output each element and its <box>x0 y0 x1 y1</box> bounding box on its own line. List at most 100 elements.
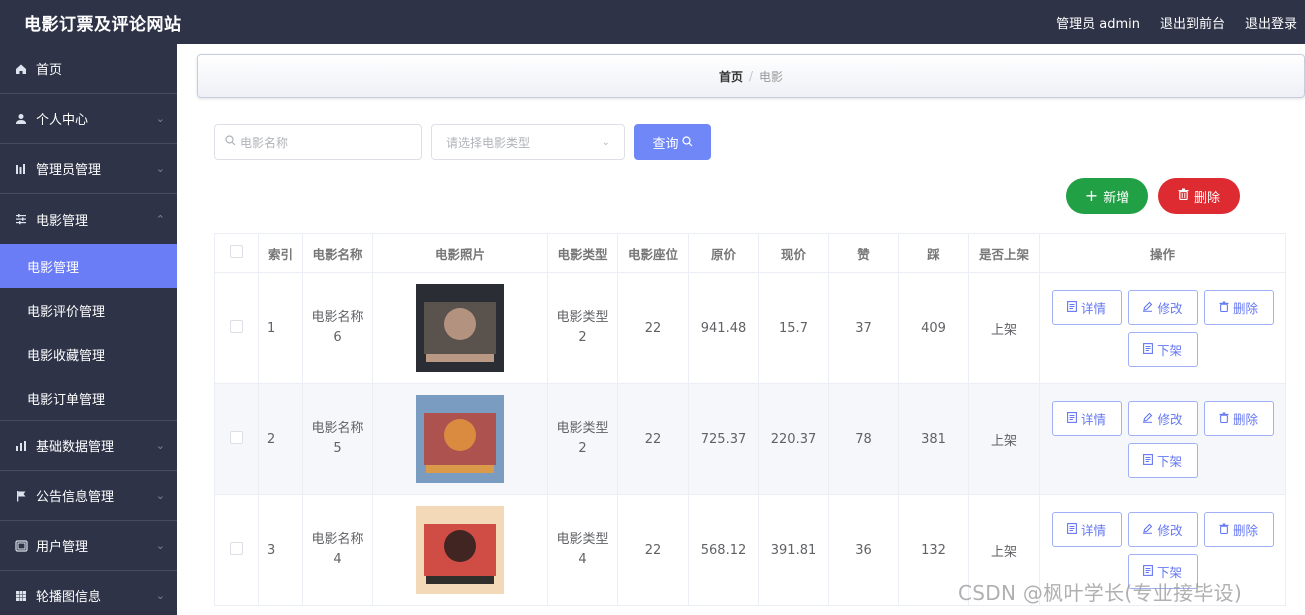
select-all-cell[interactable] <box>214 233 259 273</box>
top-right-links: 管理员 admin 退出到前台 退出登录 <box>1056 13 1305 32</box>
edit-button[interactable]: 修改 <box>1127 511 1198 547</box>
query-label: 查询 <box>652 135 679 151</box>
off-shelf-button[interactable]: 下架 <box>1127 442 1198 478</box>
row-photo-cell <box>372 272 548 384</box>
edit-label: 修改 <box>1157 411 1183 427</box>
chevron-up-icon: ⌃ <box>155 212 165 226</box>
chevron-down-icon: ⌄ <box>155 539 165 552</box>
sidebar-item-label: 基础数据管理 <box>36 440 115 455</box>
table-body: 1 电影名称6 电影类型2 22 941.48 15.7 37 409 上架 详… <box>214 272 1286 606</box>
batch-delete-button[interactable]: 删除 <box>1158 178 1240 214</box>
sidebar-item-basic-data[interactable]: 基础数据管理 ⌄ <box>0 421 177 471</box>
col-orig-price: 原价 <box>688 233 759 273</box>
user-icon <box>12 113 30 125</box>
movie-name-search-input[interactable]: 电影名称 <box>214 124 422 160</box>
query-button[interactable]: 查询 <box>634 124 711 160</box>
chevron-down-icon: ⌄ <box>601 136 610 148</box>
add-label: 新增 <box>1103 190 1130 206</box>
edit-button[interactable]: 修改 <box>1127 400 1198 436</box>
chart-icon <box>12 440 30 452</box>
row-movie-name: 电影名称5 <box>302 383 373 495</box>
breadcrumb-home[interactable]: 首页 <box>719 68 743 85</box>
document-icon <box>1067 300 1077 315</box>
watermark-text: CSDN @枫叶学长(专业接毕设) <box>958 581 1243 605</box>
row-checkbox[interactable] <box>230 319 243 333</box>
row-seats: 22 <box>617 383 689 495</box>
detail-button[interactable]: 详情 <box>1051 511 1122 547</box>
sidebar-subitem-movie-orders[interactable]: 电影订单管理 <box>0 376 177 420</box>
movie-poster-image[interactable] <box>416 284 504 372</box>
row-seats: 22 <box>617 494 689 606</box>
row-actions-cell: 详情 修改 删除 下架 <box>1039 272 1286 384</box>
row-index: 2 <box>258 383 303 495</box>
detail-button[interactable]: 详情 <box>1051 400 1122 436</box>
document-icon <box>1143 453 1153 468</box>
add-button[interactable]: + 新增 <box>1066 178 1148 214</box>
delete-button[interactable]: 删除 <box>1203 289 1274 325</box>
row-photo-cell <box>372 383 548 495</box>
pencil-icon <box>1142 522 1153 537</box>
movie-name-placeholder: 电影名称 <box>240 135 289 150</box>
sidebar-item-label: 轮播图信息 <box>36 590 102 605</box>
main-content: 首页 / 电影 电影名称 请选择电影类型 ⌄ 查询 + 新增 删除 索引 电影名… <box>177 44 1305 615</box>
sidebar-subitem-movie-reviews[interactable]: 电影评价管理 <box>0 288 177 332</box>
row-index: 1 <box>258 272 303 384</box>
off-shelf-button[interactable]: 下架 <box>1127 331 1198 367</box>
sidebar-item-home[interactable]: 首页 <box>0 44 177 94</box>
admin-label: 管理员 admin <box>1056 16 1140 32</box>
row-actions-cell: 详情 修改 删除 下架 <box>1039 383 1286 495</box>
col-name: 电影名称 <box>302 233 373 273</box>
sidebar-item-carousel[interactable]: 轮播图信息 ⌄ <box>0 571 177 615</box>
select-all-checkbox[interactable] <box>230 245 243 258</box>
movie-poster-image[interactable] <box>416 395 504 483</box>
row-movie-name: 电影名称6 <box>302 272 373 384</box>
row-checkbox[interactable] <box>230 430 243 444</box>
delete-button[interactable]: 删除 <box>1203 400 1274 436</box>
row-movie-type: 电影类型4 <box>547 494 618 606</box>
detail-button[interactable]: 详情 <box>1051 289 1122 325</box>
logout-link[interactable]: 退出登录 <box>1245 13 1297 32</box>
row-select-cell[interactable] <box>214 272 259 384</box>
sidebar-subitem-movie-manage[interactable]: 电影管理 <box>0 244 177 288</box>
col-seats: 电影座位 <box>617 233 689 273</box>
sidebar-item-admin[interactable]: 管理员管理 ⌄ <box>0 144 177 194</box>
col-price: 现价 <box>758 233 829 273</box>
pencil-icon <box>1142 300 1153 315</box>
document-icon <box>1143 342 1153 357</box>
row-checkbox[interactable] <box>230 541 243 555</box>
col-photo: 电影照片 <box>372 233 548 273</box>
movies-submenu: 电影管理 电影评价管理 电影收藏管理 电影订单管理 <box>0 244 177 421</box>
detail-label: 详情 <box>1080 522 1106 538</box>
sidebar-item-announcements[interactable]: 公告信息管理 ⌄ <box>0 471 177 521</box>
row-price: 15.7 <box>758 272 829 384</box>
trash-icon <box>1219 522 1229 537</box>
sidebar-subitem-movie-favorites[interactable]: 电影收藏管理 <box>0 332 177 376</box>
trash-icon <box>1178 188 1189 204</box>
sidebar: 首页 个人中心 ⌄ 管理员管理 ⌄ 电影管理 ⌃ 电影管理 电影评价管理 电影收… <box>0 44 177 615</box>
movie-poster-image[interactable] <box>416 506 504 594</box>
sidebar-item-label: 首页 <box>36 63 63 78</box>
pencil-icon <box>1142 411 1153 426</box>
row-select-cell[interactable] <box>214 494 259 606</box>
sidebar-item-label: 个人中心 <box>36 113 89 128</box>
sidebar-item-personal[interactable]: 个人中心 ⌄ <box>0 94 177 144</box>
col-type: 电影类型 <box>547 233 618 273</box>
document-icon <box>1067 522 1077 537</box>
sliders-icon <box>12 213 30 225</box>
sidebar-item-users[interactable]: 用户管理 ⌄ <box>0 521 177 571</box>
table-row: 1 电影名称6 电影类型2 22 941.48 15.7 37 409 上架 详… <box>214 272 1286 384</box>
top-bar: 电影订票及评论网站 管理员 admin 退出到前台 退出登录 <box>0 0 1305 44</box>
movie-type-placeholder: 请选择电影类型 <box>446 135 531 150</box>
row-select-cell[interactable] <box>214 383 259 495</box>
row-actions: 详情 修改 删除 下架 <box>1040 400 1285 478</box>
movie-type-select[interactable]: 请选择电影类型 ⌄ <box>431 124 625 160</box>
back-to-front-link[interactable]: 退出到前台 <box>1160 13 1225 32</box>
delete-label: 删除 <box>1232 300 1258 316</box>
movie-table: 索引 电影名称 电影照片 电影类型 电影座位 原价 现价 赞 踩 是否上架 操作… <box>214 233 1286 606</box>
col-actions: 操作 <box>1039 233 1286 273</box>
sidebar-item-movies[interactable]: 电影管理 ⌃ <box>0 194 177 244</box>
row-price: 391.81 <box>758 494 829 606</box>
edit-button[interactable]: 修改 <box>1127 289 1198 325</box>
delete-button[interactable]: 删除 <box>1203 511 1274 547</box>
detail-label: 详情 <box>1080 300 1106 316</box>
